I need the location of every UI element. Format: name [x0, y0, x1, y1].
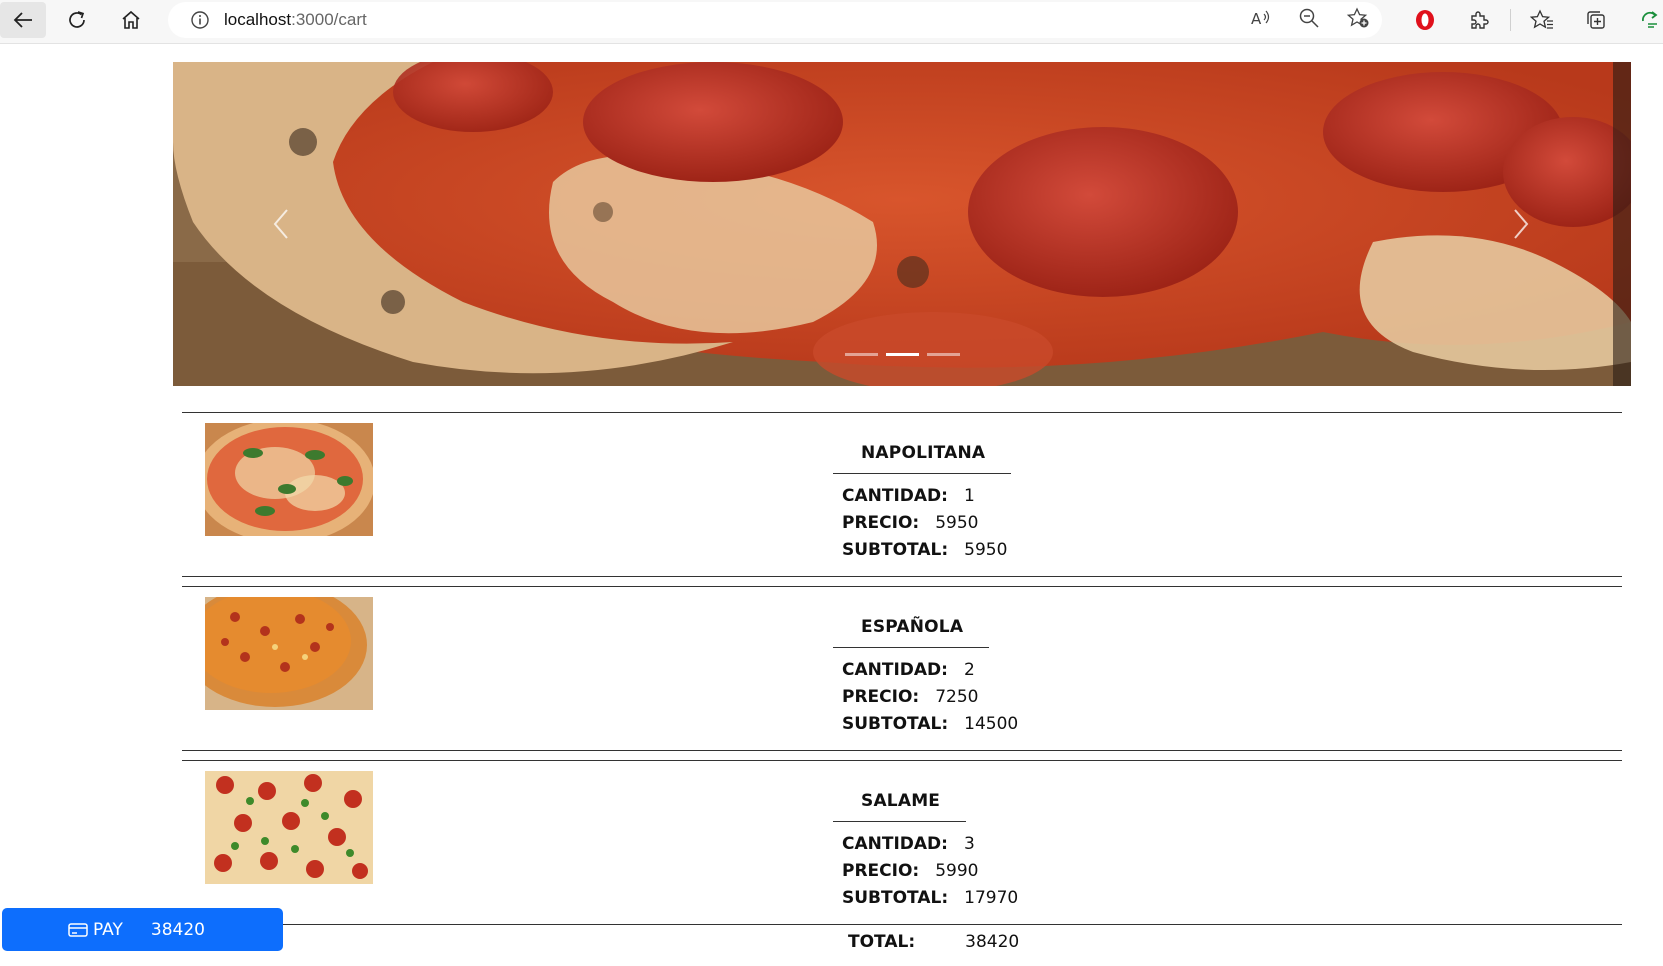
- price-row: PRECIO: 5950: [842, 510, 1011, 537]
- price-value: 5950: [935, 513, 979, 533]
- zoom-out-icon[interactable]: [1298, 7, 1320, 33]
- total-label: TOTAL:: [848, 932, 916, 952]
- item-name: SALAME: [833, 781, 967, 822]
- carousel-next-button[interactable]: [1501, 202, 1541, 246]
- browser-toolbar: localhost:3000/cart A: [0, 0, 1663, 44]
- subtotal-row: SUBTOTAL: 17970: [842, 885, 1018, 912]
- info-icon[interactable]: [190, 10, 210, 30]
- quantity-value: 1: [963, 486, 975, 506]
- quantity-label: CANTIDAD:: [842, 834, 948, 854]
- quantity-label: CANTIDAD:: [842, 660, 948, 680]
- collections-icon[interactable]: [1569, 2, 1623, 38]
- price-label: PRECIO:: [842, 861, 920, 881]
- carousel-indicators: [845, 353, 960, 356]
- price-label: PRECIO:: [842, 687, 920, 707]
- toolbar-divider: [1510, 9, 1511, 31]
- price-value: 7250: [935, 687, 979, 707]
- carousel-indicator-3[interactable]: [927, 353, 960, 356]
- carousel-prev-button[interactable]: [261, 202, 301, 246]
- carousel-indicator-1[interactable]: [845, 353, 878, 356]
- cart-total: TOTAL: 38420: [848, 932, 1019, 952]
- price-value: 5990: [935, 861, 979, 881]
- credit-card-icon: [68, 922, 88, 938]
- url-text: localhost:3000/cart: [224, 10, 367, 30]
- quantity-row: CANTIDAD: 3: [842, 831, 1018, 858]
- total-value: 38420: [965, 932, 1020, 952]
- pizza-hero-image: [173, 62, 1631, 386]
- price-label: PRECIO:: [842, 513, 920, 533]
- opera-icon[interactable]: [1398, 2, 1452, 38]
- reload-button[interactable]: [54, 2, 100, 38]
- cart-item: SALAME CANTIDAD: 3 PRECIO: 5990 SUBTOTAL: 1…: [182, 761, 1622, 924]
- carousel-indicator-2[interactable]: [886, 353, 919, 356]
- svg-text:A: A: [1251, 10, 1262, 28]
- extensions-icon[interactable]: [1452, 2, 1506, 38]
- address-bar[interactable]: localhost:3000/cart A: [168, 2, 1382, 38]
- pay-label: PAY: [93, 919, 123, 940]
- subtotal-value: 5950: [964, 540, 1008, 560]
- home-icon: [122, 10, 140, 29]
- pizza-salame-image: [205, 771, 373, 884]
- item-info: ESPAÑOLA CANTIDAD: 2 PRECIO: 7250 SUBTOTAL…: [833, 607, 1018, 738]
- pizza-espanola-image: [205, 597, 373, 710]
- subtotal-label: SUBTOTAL:: [842, 888, 949, 908]
- price-row: PRECIO: 7250: [842, 684, 1018, 711]
- quantity-value: 2: [963, 660, 975, 680]
- item-name: NAPOLITANA: [833, 433, 1012, 474]
- item-name: ESPAÑOLA: [833, 607, 990, 648]
- read-aloud-icon[interactable]: A: [1250, 8, 1272, 32]
- subtotal-row: SUBTOTAL: 5950: [842, 537, 1011, 564]
- subtotal-value: 17970: [964, 888, 1019, 908]
- cart-list: NAPOLITANA CANTIDAD: 1 PRECIO: 5950 SUBTOT…: [182, 412, 1622, 925]
- quantity-value: 3: [963, 834, 975, 854]
- home-button[interactable]: [108, 2, 154, 38]
- url-path: :3000/cart: [291, 10, 367, 29]
- subtotal-label: SUBTOTAL:: [842, 540, 949, 560]
- quantity-label: CANTIDAD:: [842, 486, 948, 506]
- back-button[interactable]: [0, 2, 46, 38]
- sync-icon[interactable]: [1623, 2, 1663, 38]
- item-info: SALAME CANTIDAD: 3 PRECIO: 5990 SUBTOTAL: 1…: [833, 781, 1018, 912]
- item-divider: [182, 924, 1622, 925]
- cart-item: NAPOLITANA CANTIDAD: 1 PRECIO: 5950 SUBTOT…: [182, 413, 1622, 576]
- subtotal-value: 14500: [964, 714, 1019, 734]
- chevron-left-icon: [273, 209, 288, 239]
- url-host: localhost: [224, 10, 292, 29]
- reload-icon: [69, 11, 85, 28]
- cart-item: ESPAÑOLA CANTIDAD: 2 PRECIO: 7250 SUBTOTAL…: [182, 587, 1622, 750]
- pay-amount: 38420: [150, 919, 205, 940]
- arrow-left-icon: [13, 12, 32, 28]
- favorites-icon[interactable]: [1515, 2, 1569, 38]
- subtotal-label: SUBTOTAL:: [842, 714, 949, 734]
- quantity-row: CANTIDAD: 1: [842, 483, 1011, 510]
- chevron-right-icon: [1514, 209, 1529, 239]
- quantity-row: CANTIDAD: 2: [842, 657, 1018, 684]
- subtotal-row: SUBTOTAL: 14500: [842, 711, 1018, 738]
- pay-button[interactable]: PAY 38420: [2, 908, 283, 951]
- item-info: NAPOLITANA CANTIDAD: 1 PRECIO: 5950 SUBTOT…: [833, 433, 1012, 564]
- add-favorite-icon[interactable]: [1346, 7, 1370, 33]
- price-row: PRECIO: 5990: [842, 858, 1018, 885]
- pizza-napolitana-image: [205, 423, 373, 536]
- hero-carousel: [173, 62, 1631, 386]
